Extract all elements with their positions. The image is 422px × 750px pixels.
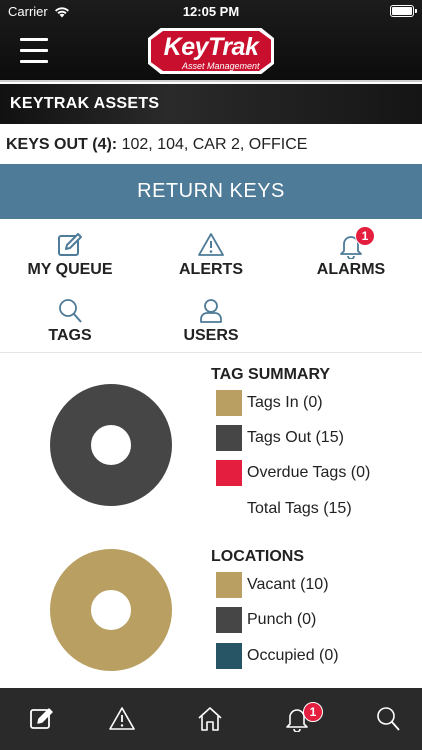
clock: 12:05 PM	[182, 4, 240, 19]
overdue-tags-swatch	[216, 460, 242, 486]
edit-icon	[58, 233, 82, 256]
tab-alarms[interactable]: 1	[255, 688, 339, 750]
tag-summary-slice-0	[50, 384, 172, 506]
warning-icon	[198, 233, 224, 256]
warning-icon	[109, 707, 135, 730]
content-divider	[0, 352, 422, 353]
legend-total-tags: Total Tags (15)	[216, 496, 352, 522]
alarms-label: ALARMS	[316, 261, 386, 278]
status-bar: Carrier 12:05 PM	[0, 0, 422, 24]
keys-out-label: KEYS OUT (4):	[6, 136, 118, 153]
header-divider	[0, 80, 422, 82]
tag-summary-title: TAG SUMMARY	[211, 366, 331, 383]
locations-donut-chart	[50, 549, 172, 671]
legend-vacant: Vacant (10)	[216, 572, 329, 598]
legend-tags-out: Tags Out (15)	[216, 425, 344, 451]
top-bar: Carrier 12:05 PM KeyTrak Asset Managemen…	[0, 0, 422, 82]
occupied-swatch	[216, 643, 242, 669]
tab-alerts[interactable]	[80, 688, 164, 750]
section-header: KEYTRAK ASSETS	[0, 84, 422, 124]
search-icon	[59, 299, 82, 323]
bottom-tab-bar: 1	[0, 688, 422, 750]
tab-tags[interactable]	[346, 688, 422, 750]
legend-punch: Punch (0)	[216, 607, 316, 633]
logo-subtext: Asset Management	[182, 61, 260, 71]
tab-my-queue[interactable]	[0, 688, 84, 750]
tags-in-label: Tags In (0)	[247, 394, 323, 411]
tags-out-label: Tags Out (15)	[247, 429, 344, 446]
occupied-label: Occupied (0)	[247, 647, 339, 664]
hamburger-menu-icon[interactable]	[20, 38, 48, 64]
return-keys-button[interactable]: RETURN KEYS	[0, 164, 422, 219]
tag-summary-donut-chart	[50, 384, 172, 506]
logo-wordmark: KeyTrak	[163, 33, 259, 61]
locations-title: LOCATIONS	[211, 548, 305, 565]
search-icon	[377, 707, 400, 731]
vacant-swatch	[216, 572, 242, 598]
vacant-label: Vacant (10)	[247, 576, 329, 593]
punch-label: Punch (0)	[247, 611, 317, 628]
tags-out-swatch	[216, 425, 242, 451]
my-queue-label: MY QUEUE	[27, 261, 113, 278]
home-icon	[198, 707, 222, 731]
alarms-button[interactable]: 1 ALARMS	[281, 226, 421, 291]
tab-alarms-badge: 1	[303, 702, 323, 722]
alerts-label: ALERTS	[179, 261, 243, 278]
edit-icon	[30, 708, 53, 729]
users-label: USERS	[183, 327, 239, 344]
keytrak-logo: KeyTrak Asset Management	[148, 28, 274, 74]
my-queue-button[interactable]: MY QUEUE	[0, 231, 140, 291]
alerts-button[interactable]: ALERTS	[141, 231, 281, 291]
total-tags-label: Total Tags (15)	[247, 500, 352, 517]
tab-home[interactable]	[168, 688, 252, 750]
locations-slice-0	[50, 549, 172, 671]
tags-label: TAGS	[48, 327, 92, 344]
tags-in-swatch	[216, 390, 242, 416]
section-title: KEYTRAK ASSETS	[10, 95, 160, 112]
overdue-tags-label: Overdue Tags (0)	[247, 464, 371, 481]
keys-out-value: 102, 104, CAR 2, OFFICE	[121, 136, 308, 153]
battery-icon	[390, 5, 417, 17]
alarms-badge: 1	[355, 226, 375, 246]
app-screen: Carrier 12:05 PM KeyTrak Asset Managemen…	[0, 0, 422, 750]
legend-occupied: Occupied (0)	[216, 643, 339, 669]
keys-out-summary: KEYS OUT (4): 102, 104, CAR 2, OFFICE	[6, 136, 307, 154]
users-button[interactable]: USERS	[141, 297, 281, 357]
legend-overdue-tags: Overdue Tags (0)	[216, 460, 370, 486]
legend-tags-in: Tags In (0)	[216, 390, 323, 416]
punch-swatch	[216, 607, 242, 633]
tags-button[interactable]: TAGS	[0, 297, 140, 357]
user-icon	[200, 299, 222, 323]
